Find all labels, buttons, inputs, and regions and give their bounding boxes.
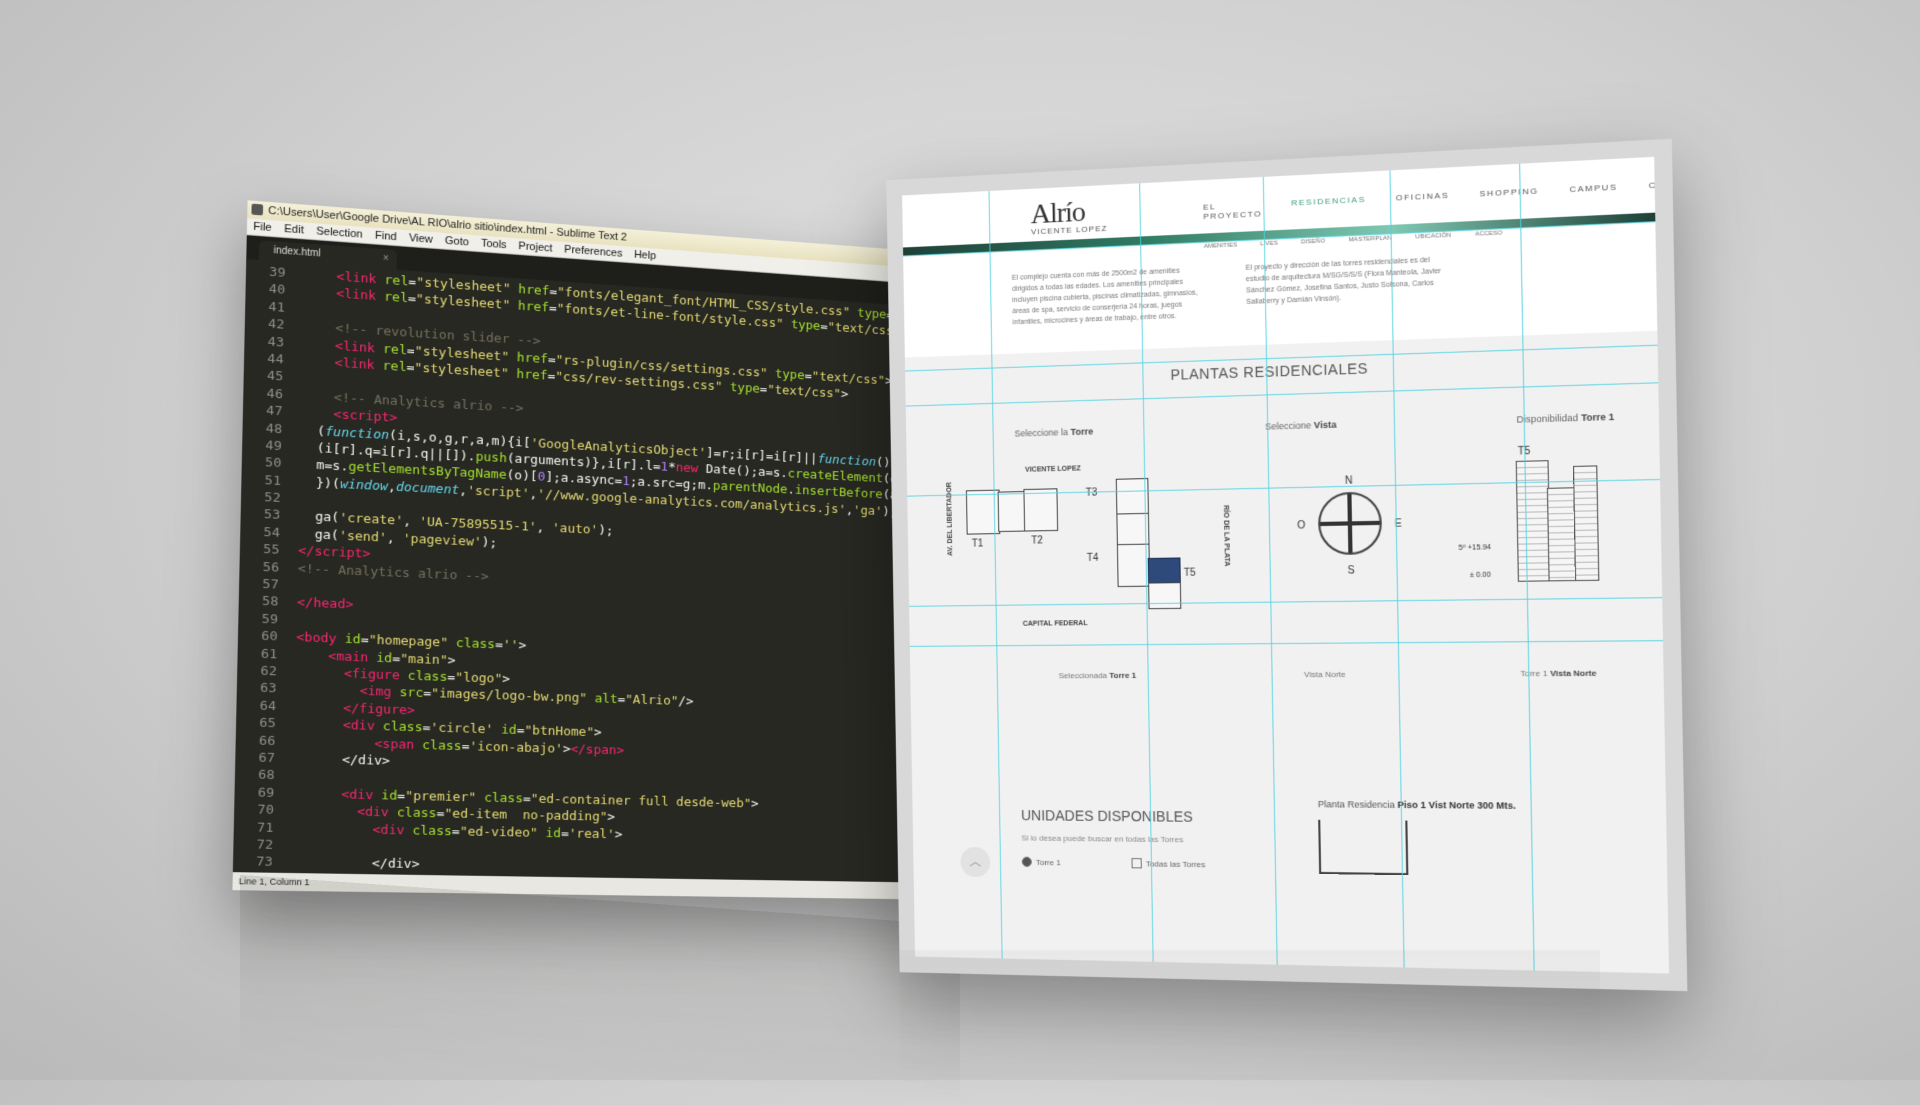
tower-label-t3: T3 <box>1086 487 1098 498</box>
line-number: 65 <box>236 714 295 733</box>
subnav-item[interactable]: DISEÑO <box>1301 238 1325 245</box>
line-number: 72 <box>233 836 292 854</box>
subnav-item[interactable]: LIVES <box>1260 240 1278 247</box>
menu-goto[interactable]: Goto <box>445 233 469 250</box>
menu-help[interactable]: Help <box>634 247 656 264</box>
checkbox-todas-las-torres[interactable]: Todas las Torres <box>1131 858 1205 869</box>
code-area[interactable]: 39 <link rel="stylesheet" href="fonts/el… <box>233 258 950 883</box>
menu-file[interactable]: File <box>253 219 272 236</box>
line-number: 58 <box>239 592 298 612</box>
website-page: Alrío VICENTE LOPEZ EL PROYECTO RESIDENCI… <box>902 157 1669 974</box>
compass-rose-icon[interactable]: N S E O <box>1307 481 1393 566</box>
availability-label: Disponibilidad Torre 1 <box>1517 411 1615 424</box>
site-plan: VICENTE LOPEZ CAPITAL FEDERAL AV. DEL LI… <box>906 432 1663 672</box>
scroll-up-button[interactable]: ︿ <box>960 847 990 878</box>
close-icon[interactable]: × <box>383 249 389 269</box>
tower-label-t1: T1 <box>972 538 984 549</box>
line-number: 59 <box>238 610 297 630</box>
subnav-item[interactable]: ACCESO <box>1475 230 1503 238</box>
menu-edit[interactable]: Edit <box>284 221 304 238</box>
nav-campus[interactable]: CAMPUS <box>1570 182 1618 204</box>
compass-o: O <box>1297 520 1305 532</box>
menu-project[interactable]: Project <box>518 238 552 256</box>
nav-residencias[interactable]: RESIDENCIAS <box>1291 195 1366 217</box>
line-number: 73 <box>233 853 292 871</box>
caption-selected: Seleccionada Torre 1 <box>1059 671 1137 681</box>
elevation-level-0: ± 0.00 <box>1470 572 1491 580</box>
floor-plan-thumbnail[interactable] <box>1318 820 1408 875</box>
tower-label-t2: T2 <box>1031 535 1043 546</box>
intro-text-right: El proyecto y dirección de las torres re… <box>1246 254 1448 325</box>
code-text: </head> <box>297 595 354 614</box>
site-nav: EL PROYECTO RESIDENCIAS OFICINAS SHOPPING CA… <box>1203 178 1669 222</box>
desktop-scene: C:\Users\User\Google Drive\AL RIO\alrio … <box>0 0 1920 1080</box>
compass-s: S <box>1347 565 1354 577</box>
nav-el-proyecto[interactable]: EL PROYECTO <box>1203 200 1262 221</box>
street-rio-de-la-plata: RÍO DE LA PLATA <box>1222 505 1230 566</box>
line-number: 68 <box>235 766 294 785</box>
nav-oficinas[interactable]: OFICINAS <box>1396 191 1450 213</box>
planta-residencia-label: Planta Residencia Piso 1 Vist Norte 300 … <box>1318 799 1516 811</box>
line-number: 60 <box>238 627 297 646</box>
tower-t1-block-b[interactable] <box>998 491 1027 532</box>
unidades-section: UNIDADES DISPONIBLES Si lo desea puede b… <box>1021 807 1206 869</box>
street-av-libertador: AV. DEL LIBERTADOR <box>946 482 954 556</box>
line-number: 69 <box>234 784 293 803</box>
sublime-app-icon <box>251 204 263 216</box>
tower-label-t5: T5 <box>1184 568 1196 579</box>
website-preview-frame: Alrío VICENTE LOPEZ EL PROYECTO RESIDENCI… <box>886 139 1687 991</box>
code-text: </div> <box>293 751 390 771</box>
tower-elevation-diagram: T5 5º +15.94 ± 0.00 <box>1505 444 1607 605</box>
line-number: 61 <box>237 645 296 664</box>
radio-selected-icon[interactable] <box>1022 857 1032 867</box>
nav-contacto[interactable]: CONTACTO <box>1649 178 1669 200</box>
line-number: 63 <box>237 679 296 698</box>
tower-t5-selected-block[interactable] <box>1148 557 1181 584</box>
line-number: 67 <box>235 749 294 768</box>
pick-view-label: Seleccione Vista <box>1265 419 1337 431</box>
menu-view[interactable]: View <box>409 230 433 247</box>
checkbox-icon[interactable] <box>1131 858 1141 868</box>
tower-t2-block[interactable] <box>1023 488 1058 531</box>
sublime-editor-window: C:\Users\User\Google Drive\AL RIO\alrio … <box>232 200 951 899</box>
pick-tower-label: Seleccione la Torre <box>1014 426 1093 438</box>
site-logo[interactable]: Alrío VICENTE LOPEZ <box>1030 195 1107 236</box>
code-text: </div> <box>291 854 420 873</box>
line-number: 64 <box>236 697 295 716</box>
tower-t5-block-b[interactable] <box>1148 582 1181 609</box>
editor-reflection <box>240 875 960 1105</box>
line-number: 71 <box>234 819 293 837</box>
elevation-level-1: 5º +15.94 <box>1458 544 1491 552</box>
preview-reflection <box>900 950 1600 1080</box>
intro-text-left: El complejo cuenta con más de 2500m2 de … <box>1012 264 1205 333</box>
unidades-title: UNIDADES DISPONIBLES <box>1021 807 1205 825</box>
radio-torre-1[interactable]: Torre 1 <box>1022 857 1061 868</box>
street-capital-federal: CAPITAL FEDERAL <box>1023 620 1088 628</box>
line-number: 66 <box>236 732 295 751</box>
line-number: 70 <box>234 801 293 820</box>
unidades-hint: Si lo desea puede buscar en todas las To… <box>1021 833 1205 844</box>
street-vicente-lopez: VICENTE LOPEZ <box>1025 465 1081 473</box>
caption-tower-view: Torre 1 Vista Norte <box>1520 668 1596 678</box>
caption-view: Vista Norte <box>1304 670 1346 680</box>
tower-filter: Torre 1 Todas las Torres <box>1022 857 1206 870</box>
line-number: 62 <box>237 662 296 681</box>
tower-label-t4: T4 <box>1087 553 1099 564</box>
menu-find[interactable]: Find <box>375 228 397 245</box>
nav-shopping[interactable]: SHOPPING <box>1479 186 1539 208</box>
menu-tools[interactable]: Tools <box>481 236 507 254</box>
tab-label: index.html <box>273 245 320 259</box>
